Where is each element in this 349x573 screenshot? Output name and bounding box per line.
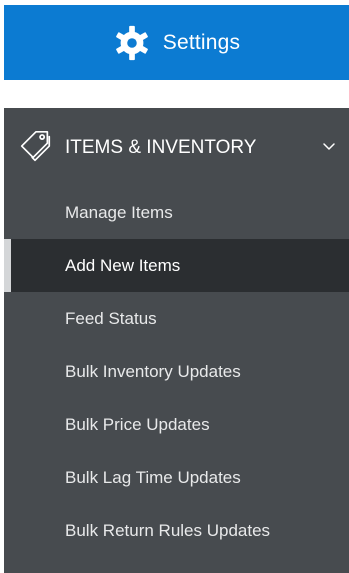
gear-icon xyxy=(115,25,148,60)
tag-icon xyxy=(20,130,51,162)
nav-item-bulk-price-updates[interactable]: Bulk Price Updates xyxy=(4,398,349,451)
nav-item-feed-status[interactable]: Feed Status xyxy=(4,292,349,345)
settings-page: Settings ITEMS & INVENTORY Manage Items … xyxy=(0,0,349,573)
settings-button[interactable]: Settings xyxy=(4,5,349,80)
nav-item-bulk-return-rules-updates[interactable]: Bulk Return Rules Updates xyxy=(4,504,349,557)
items-inventory-section-header[interactable]: ITEMS & INVENTORY xyxy=(4,108,349,186)
nav-item-add-new-items[interactable]: Add New Items xyxy=(4,239,349,292)
nav-item-manage-items[interactable]: Manage Items xyxy=(4,186,349,239)
items-inventory-nav-list: Manage Items Add New Items Feed Status B… xyxy=(4,186,349,557)
chevron-down-icon[interactable] xyxy=(322,142,336,152)
nav-item-bulk-lag-time-updates[interactable]: Bulk Lag Time Updates xyxy=(4,451,349,504)
settings-label: Settings xyxy=(162,30,241,54)
section-title: ITEMS & INVENTORY xyxy=(65,137,257,158)
sidebar: ITEMS & INVENTORY Manage Items Add New I… xyxy=(4,108,349,573)
nav-item-bulk-inventory-updates[interactable]: Bulk Inventory Updates xyxy=(4,345,349,398)
